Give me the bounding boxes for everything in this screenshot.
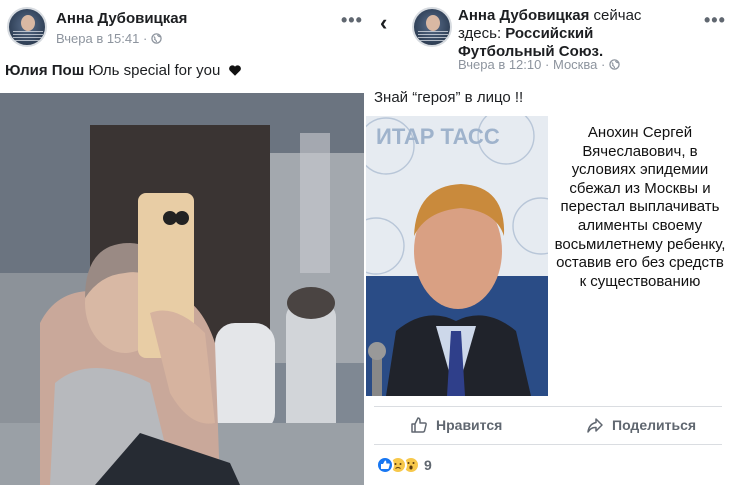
share-button[interactable]: Поделиться <box>586 416 696 434</box>
author-name[interactable]: Анна Дубовицкая <box>56 10 187 27</box>
location-text[interactable]: Москва <box>553 57 597 72</box>
globe-icon <box>151 33 162 44</box>
globe-icon <box>609 59 620 70</box>
selfie-photo <box>0 93 364 485</box>
like-button[interactable]: Нравится <box>410 416 502 434</box>
right-post: ‹ Анна Дубовицкая сейчас здесь: Российск… <box>366 0 730 485</box>
author-avatar[interactable] <box>7 7 47 47</box>
reaction-summary[interactable]: 9 <box>376 456 432 474</box>
left-post: Анна Дубовицкая Вчера в 15:41 · ••• Юлия… <box>0 0 364 485</box>
author-avatar[interactable] <box>412 7 452 47</box>
tass-logo: ИТАР ТАСС <box>376 124 500 149</box>
post-photo[interactable] <box>0 93 364 485</box>
post-message: Знай “героя” в лицо !! <box>374 89 524 106</box>
divider <box>374 406 722 407</box>
like-reaction-icon <box>376 456 394 474</box>
author-name[interactable]: Анна Дубовицкая <box>458 7 589 24</box>
shared-image[interactable]: ИТАР ТАСС Анохин Сергей Вячеславович, в … <box>366 116 730 396</box>
divider <box>374 444 722 445</box>
black-heart-icon <box>228 65 241 76</box>
meta-separator: · <box>143 31 148 46</box>
more-options-button[interactable]: ••• <box>341 10 363 31</box>
share-label: Поделиться <box>612 417 697 433</box>
post-timestamp[interactable]: Вчера в 15:41 · <box>56 31 162 46</box>
timestamp-text[interactable]: Вчера в 15:41 <box>56 31 139 46</box>
timestamp-text[interactable]: Вчера в 12:10 <box>458 57 541 72</box>
post-text: Юлия Пош Юль special for you <box>5 62 242 79</box>
image-caption: Анохин Сергей Вячеславович, в условиях э… <box>554 124 726 290</box>
back-button[interactable]: ‹ <box>380 10 387 36</box>
meta-separator: · <box>600 57 606 72</box>
post-message: Юль special for you <box>88 62 221 79</box>
meta-separator: · <box>545 57 550 72</box>
more-options-button[interactable]: ••• <box>704 10 726 31</box>
thumbs-up-icon <box>411 417 427 433</box>
post-timestamp: Вчера в 12:10 · Москва · <box>458 57 620 72</box>
portrait-photo: ИТАР ТАСС <box>366 116 548 396</box>
tagged-user-link[interactable]: Юлия Пош <box>5 62 84 79</box>
author-checkin: Анна Дубовицкая сейчас здесь: Российский… <box>458 7 688 61</box>
like-label: Нравится <box>436 417 503 433</box>
share-arrow-icon <box>587 418 603 433</box>
reaction-count: 9 <box>424 457 432 473</box>
